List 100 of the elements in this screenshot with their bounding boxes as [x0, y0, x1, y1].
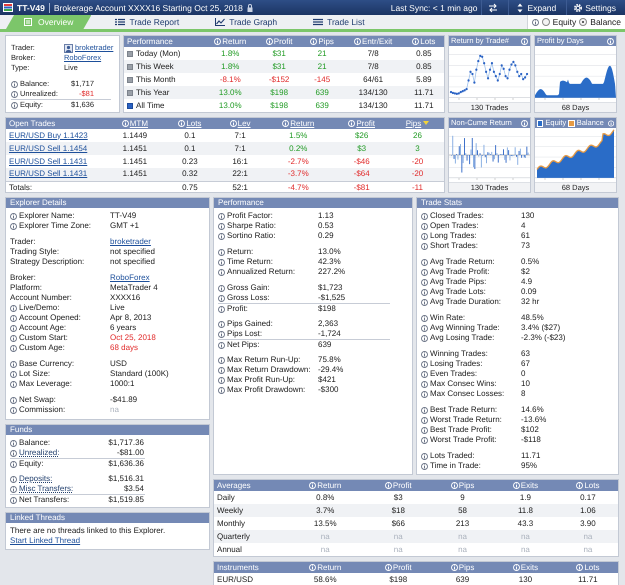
info-icon[interactable] [421, 350, 428, 358]
tab[interactable]: Overview [6, 15, 92, 29]
info-icon[interactable] [218, 342, 225, 348]
info-icon[interactable] [421, 406, 428, 414]
info-icon[interactable] [218, 212, 225, 220]
column-header[interactable]: MTM [106, 118, 164, 129]
label-link[interactable]: Misc Transfers: [19, 484, 110, 494]
info-icon[interactable] [421, 416, 428, 424]
column-header[interactable]: Lev [216, 118, 264, 129]
info-icon[interactable] [421, 242, 428, 250]
info-icon[interactable] [421, 222, 428, 230]
info-icon[interactable] [10, 344, 17, 352]
info-icon[interactable] [218, 330, 225, 338]
info-icon[interactable] [10, 450, 17, 456]
info-icon[interactable] [10, 334, 17, 342]
info-icon[interactable] [421, 298, 428, 306]
info-icon[interactable] [532, 18, 539, 26]
info-icon[interactable] [11, 102, 18, 108]
info-icon[interactable] [11, 80, 18, 88]
info-icon[interactable] [218, 320, 225, 328]
column-header[interactable]: Profit [332, 118, 391, 129]
info-icon[interactable] [10, 496, 17, 504]
select-square[interactable] [127, 50, 133, 56]
label-link[interactable]: Deposits: [19, 474, 110, 484]
info-icon[interactable] [421, 370, 428, 378]
start-thread-link[interactable]: Start Linked Thread [10, 536, 80, 545]
tab[interactable]: Trade Graph [203, 15, 290, 29]
column-header[interactable]: Return [286, 562, 365, 573]
info-icon[interactable] [421, 426, 428, 434]
info-icon[interactable] [421, 314, 428, 322]
info-icon[interactable] [218, 294, 225, 302]
info-icon[interactable] [10, 360, 17, 368]
value-link[interactable]: RoboForex [110, 273, 150, 283]
info-icon[interactable] [218, 356, 225, 364]
info-icon[interactable] [218, 376, 225, 384]
info-icon[interactable] [10, 476, 17, 482]
label-link[interactable]: Unrealized: [19, 448, 110, 458]
select-square[interactable] [127, 90, 133, 96]
info-icon[interactable] [218, 306, 225, 312]
radio-button[interactable] [542, 18, 550, 26]
info-icon[interactable] [10, 380, 17, 388]
info-icon[interactable] [218, 222, 225, 230]
info-icon[interactable] [10, 396, 17, 404]
select-square[interactable] [127, 76, 133, 82]
column-header[interactable]: Entr/Exit [342, 36, 404, 47]
column-header[interactable]: Pips [390, 118, 444, 129]
column-header[interactable]: Exits [493, 480, 558, 491]
info-icon[interactable] [10, 304, 17, 312]
info-icon[interactable] [10, 222, 17, 230]
tab[interactable]: Trade Report [103, 15, 192, 29]
select-square[interactable] [127, 102, 133, 108]
column-header[interactable]: Lots [558, 480, 618, 491]
trade-link[interactable]: EUR/USD Sell 1.1431 [9, 169, 88, 178]
trade-link[interactable]: EUR/USD Sell 1.1454 [9, 144, 88, 152]
column-header[interactable]: Profit [364, 480, 432, 491]
info-icon[interactable] [421, 334, 428, 342]
column-header[interactable]: Pips [432, 562, 494, 573]
select-square[interactable] [127, 64, 133, 70]
column-header[interactable]: Pips [432, 480, 494, 491]
info-icon[interactable] [421, 436, 428, 444]
column-header[interactable]: Lots [404, 36, 444, 47]
info-icon[interactable] [421, 288, 428, 296]
trade-link[interactable]: EUR/USD Buy 1.1423 [9, 130, 88, 140]
info-icon[interactable] [218, 284, 225, 292]
trade-link[interactable]: EUR/USD Sell 1.1431 [9, 156, 88, 166]
radio-button[interactable] [579, 18, 588, 26]
info-icon[interactable] [218, 366, 225, 374]
value-link[interactable]: broketrader [110, 237, 151, 247]
column-header[interactable]: Return [286, 480, 365, 491]
info-icon[interactable] [421, 462, 428, 470]
info-icon[interactable] [421, 452, 428, 460]
radio-label[interactable]: Equity [552, 17, 576, 27]
info-icon[interactable] [218, 258, 225, 266]
column-header[interactable]: Lots [164, 118, 216, 129]
radio-label[interactable]: Balance [590, 17, 621, 27]
column-header[interactable]: Pips [302, 36, 343, 47]
info-icon[interactable] [10, 406, 17, 414]
info-icon[interactable] [10, 440, 17, 446]
info-icon[interactable] [421, 268, 428, 276]
column-header[interactable]: Profit [256, 36, 302, 47]
info-icon[interactable] [10, 460, 17, 468]
info-icon[interactable] [218, 248, 225, 256]
info-icon[interactable] [421, 232, 428, 240]
column-header[interactable]: Return [264, 118, 332, 129]
info-icon[interactable] [218, 232, 225, 240]
info-icon[interactable] [218, 386, 225, 394]
info-icon[interactable] [421, 258, 428, 266]
info-icon[interactable] [421, 390, 428, 398]
info-icon[interactable] [10, 212, 17, 220]
tab[interactable]: Trade List [301, 15, 377, 29]
info-icon[interactable] [10, 370, 17, 378]
column-header[interactable]: Lots [558, 562, 618, 573]
info-icon[interactable] [421, 278, 428, 286]
info-icon[interactable] [10, 486, 17, 492]
info-icon[interactable] [218, 268, 225, 276]
column-header[interactable]: Profit [364, 562, 432, 573]
info-icon[interactable] [421, 380, 428, 388]
info-icon[interactable] [10, 314, 17, 322]
info-icon[interactable] [421, 212, 428, 220]
column-header[interactable]: Exits [493, 562, 558, 573]
